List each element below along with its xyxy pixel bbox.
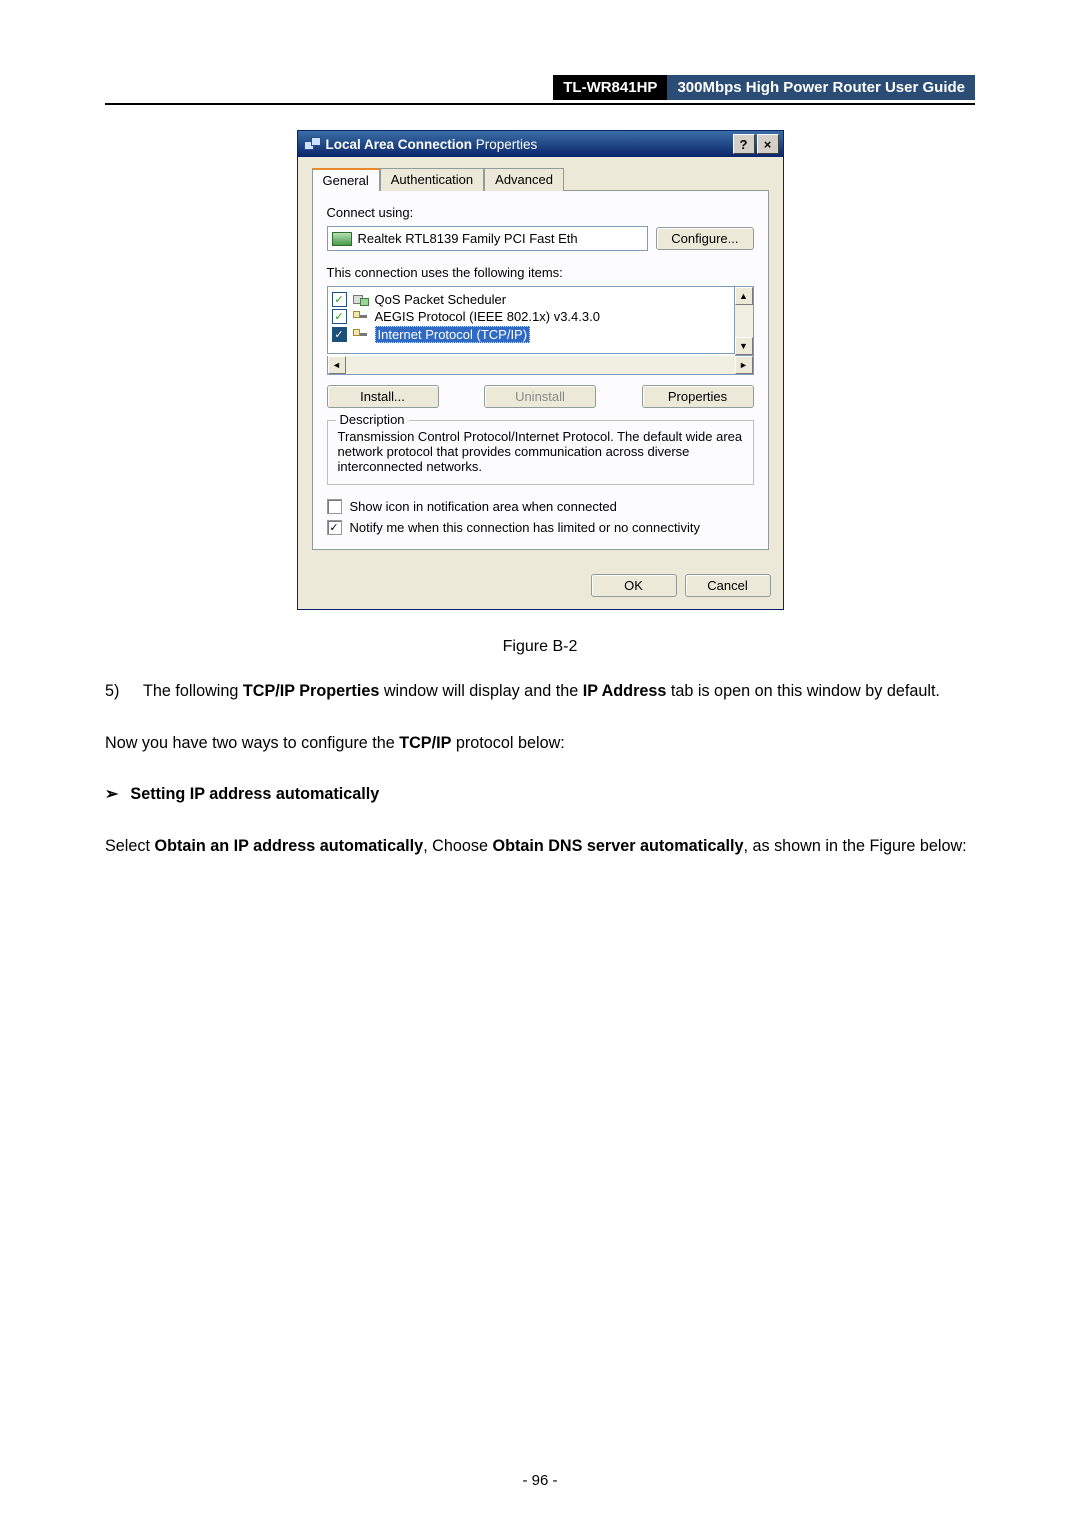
tab-advanced[interactable]: Advanced bbox=[484, 168, 564, 191]
properties-dialog: Local Area Connection Properties ? × Gen… bbox=[297, 130, 784, 610]
cancel-button[interactable]: Cancel bbox=[685, 574, 771, 597]
show-icon-label: Show icon in notification area when conn… bbox=[350, 499, 617, 514]
help-button[interactable]: ? bbox=[733, 134, 755, 154]
close-button[interactable]: × bbox=[757, 134, 779, 154]
ok-button[interactable]: OK bbox=[591, 574, 677, 597]
checkbox-icon[interactable]: ✓ bbox=[332, 309, 347, 324]
tab-panel-general: Connect using: Realtek RTL8139 Family PC… bbox=[312, 191, 769, 550]
header-title: 300Mbps High Power Router User Guide bbox=[667, 75, 975, 100]
checkbox-unchecked[interactable] bbox=[327, 499, 342, 514]
page-header: TL-WR841HP 300Mbps High Power Router Use… bbox=[105, 75, 975, 100]
description-legend: Description bbox=[336, 412, 409, 427]
header-model: TL-WR841HP bbox=[553, 75, 667, 100]
figure-caption: Figure B-2 bbox=[105, 638, 975, 656]
adapter-name: Realtek RTL8139 Family PCI Fast Eth bbox=[358, 231, 578, 246]
dialog-titlebar[interactable]: Local Area Connection Properties ? × bbox=[298, 131, 783, 157]
step-text: The following TCP/IP Properties window w… bbox=[143, 678, 975, 706]
list-item[interactable]: ✓ QoS Packet Scheduler bbox=[332, 291, 730, 308]
scroll-left-icon[interactable]: ◄ bbox=[328, 356, 346, 374]
notify-label: Notify me when this connection has limit… bbox=[350, 520, 700, 535]
step-number: 5) bbox=[105, 678, 143, 706]
show-icon-row[interactable]: Show icon in notification area when conn… bbox=[327, 499, 754, 514]
components-list[interactable]: ✓ QoS Packet Scheduler ✓ AEGIS Protocol … bbox=[327, 286, 735, 354]
page-number: - 96 - bbox=[0, 1472, 1080, 1489]
configure-button[interactable]: Configure... bbox=[656, 227, 753, 250]
scroll-right-icon[interactable]: ► bbox=[735, 356, 753, 374]
scrollbar-horizontal[interactable]: ◄ ► bbox=[327, 356, 754, 375]
list-item-selected[interactable]: ✓ Internet Protocol (TCP/IP) bbox=[332, 325, 730, 344]
description-text: Transmission Control Protocol/Internet P… bbox=[338, 429, 743, 474]
subheading-text: Setting IP address automatically bbox=[130, 781, 379, 809]
description-group: Description Transmission Control Protoco… bbox=[327, 420, 754, 485]
document-body: 5) The following TCP/IP Properties windo… bbox=[105, 678, 975, 860]
checkbox-checked[interactable]: ✓ bbox=[327, 520, 342, 535]
uninstall-button: Uninstall bbox=[484, 385, 596, 408]
checkbox-icon[interactable]: ✓ bbox=[332, 292, 347, 307]
checkbox-icon[interactable]: ✓ bbox=[332, 327, 347, 342]
nic-icon bbox=[332, 232, 352, 246]
scroll-down-icon[interactable]: ▼ bbox=[735, 337, 753, 355]
header-rule bbox=[105, 103, 975, 105]
scrollbar-vertical[interactable]: ▲ ▼ bbox=[735, 286, 754, 356]
properties-button[interactable]: Properties bbox=[642, 385, 754, 408]
subheading: ➢ Setting IP address automatically bbox=[105, 781, 975, 809]
tabs: General Authentication Advanced bbox=[312, 167, 769, 191]
tab-authentication[interactable]: Authentication bbox=[380, 168, 484, 191]
protocol-icon bbox=[353, 329, 369, 341]
arrow-icon: ➢ bbox=[105, 781, 118, 808]
service-icon bbox=[353, 293, 369, 306]
scroll-up-icon[interactable]: ▲ bbox=[735, 287, 753, 305]
list-item[interactable]: ✓ AEGIS Protocol (IEEE 802.1x) v3.4.3.0 bbox=[332, 308, 730, 325]
protocol-icon bbox=[353, 311, 369, 323]
paragraph: Select Obtain an IP address automaticall… bbox=[105, 833, 975, 861]
notify-row[interactable]: ✓ Notify me when this connection has lim… bbox=[327, 520, 754, 535]
dialog-title: Local Area Connection Properties bbox=[326, 137, 538, 152]
adapter-field[interactable]: Realtek RTL8139 Family PCI Fast Eth bbox=[327, 226, 649, 251]
install-button[interactable]: Install... bbox=[327, 385, 439, 408]
connect-using-label: Connect using: bbox=[327, 205, 754, 220]
tab-general[interactable]: General bbox=[312, 168, 380, 191]
connection-icon bbox=[304, 137, 320, 151]
items-label: This connection uses the following items… bbox=[327, 265, 754, 280]
paragraph: Now you have two ways to configure the T… bbox=[105, 730, 975, 758]
